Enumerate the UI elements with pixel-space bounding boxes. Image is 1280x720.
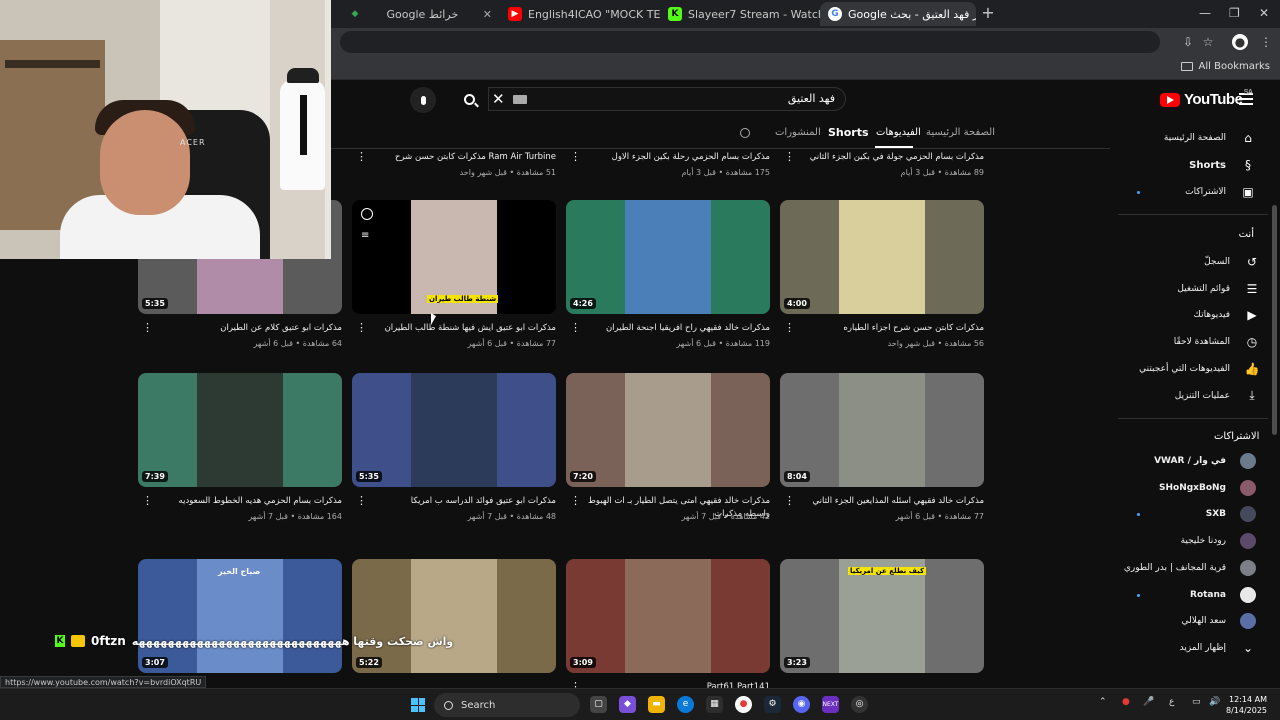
crown-badge-icon — [71, 635, 85, 647]
mouse-cursor — [431, 313, 436, 325]
watch-later-icon: ◷ — [1246, 335, 1258, 350]
tray-app-icon[interactable]: ● — [1122, 697, 1130, 707]
chat-text: واش ضحكت وقتها ههههههههههههههههههههههههه… — [131, 634, 454, 648]
channel-avatar — [1240, 453, 1256, 469]
sidebar-item-label: المشاهدة لاحقًا — [1173, 337, 1230, 348]
your-videos-icon: ▶ — [1247, 308, 1257, 323]
mic-tray-icon[interactable]: 🎤 — [1143, 697, 1154, 707]
clock-time: 12:14 AM — [1229, 695, 1268, 704]
home-icon: ⌂ — [1244, 131, 1252, 145]
chair-brand: ACER — [180, 138, 206, 147]
chrome-icon[interactable]: ● — [735, 696, 752, 713]
pilot-cap — [287, 68, 319, 83]
language-indicator[interactable]: ع — [1169, 697, 1174, 707]
streamer-face — [100, 110, 190, 215]
sidebar-item-label: الاشتراكات — [1185, 187, 1226, 197]
sidebar-item-label: عمليات التنزيل — [1174, 390, 1230, 401]
taskbar-search[interactable]: Search — [434, 693, 580, 717]
sidebar-item[interactable]: الفيديوهات التي أعجبتني 👍 — [1120, 359, 1260, 379]
taskbar-search-label: Search — [461, 699, 496, 711]
next-app-icon[interactable]: NEXT — [822, 696, 839, 713]
new-content-dot — [1137, 191, 1140, 194]
chevron-down-icon: ⌄ — [1242, 640, 1254, 655]
shorts-icon: § — [1245, 158, 1251, 172]
sidebar-item-label: فيديوهاتك — [1193, 310, 1230, 321]
subscription-name: SHoNgxBoNg — [1159, 482, 1226, 493]
channel-avatar — [1240, 533, 1256, 550]
task-view-icon[interactable]: ▢ — [590, 696, 607, 713]
scrollbar[interactable] — [1272, 205, 1277, 435]
edge-icon[interactable]: e — [677, 696, 694, 713]
subscription-item[interactable]: سعد الهلالي — [1116, 611, 1256, 631]
start-button[interactable] — [411, 698, 425, 712]
subscription-item[interactable]: رودنا خليجية — [1116, 531, 1256, 551]
subscription-name: VWAR / في وار — [1154, 456, 1226, 466]
sidebar-divider — [1118, 418, 1268, 419]
sidebar-item-label: السجلّ — [1204, 257, 1230, 267]
history-icon: ↺ — [1246, 255, 1258, 269]
subscriptions-icon: ▣ — [1242, 185, 1254, 199]
clock-date: 8/14/2025 — [1226, 706, 1268, 715]
copilot-icon[interactable]: ◆ — [619, 696, 636, 713]
system-clock[interactable]: 12:14 AM 8/14/2025 — [1226, 694, 1267, 716]
steam-icon[interactable]: ⚙ — [764, 696, 781, 713]
subscription-name: قرية المجانف | بدر الطوري — [1123, 562, 1226, 573]
subscription-item[interactable]: قرية المجانف | بدر الطوري — [1116, 558, 1256, 578]
stream-chat-message: K 0ftzn واش ضحكت وقتها ههههههههههههههههه… — [55, 632, 453, 650]
obs-icon[interactable]: ◎ — [851, 696, 868, 713]
channel-avatar — [1240, 586, 1256, 603]
chat-username: 0ftzn — [91, 634, 126, 648]
sidebar-item[interactable]: السجلّ ↺ — [1120, 252, 1260, 272]
streamer-webcam: ACER — [0, 0, 331, 259]
download-icon: ⤓ — [1249, 388, 1255, 402]
sidebar-item[interactable]: عمليات التنزيل ⤓ — [1120, 386, 1260, 406]
you-section-header[interactable]: أنت — [1226, 229, 1254, 240]
sidebar-item-label: الفيديوهات التي أعجبتني — [1139, 363, 1230, 374]
channel-avatar — [1240, 506, 1256, 523]
subscription-name: Rotana — [1190, 589, 1226, 600]
discord-icon[interactable]: ◉ — [793, 696, 810, 713]
subscription-item[interactable]: VWAR / في وار — [1116, 451, 1256, 471]
sidebar-item[interactable]: فيديوهاتك ▶ — [1120, 305, 1260, 325]
show-more-label: إظهار المزيد — [1179, 642, 1226, 653]
show-more-button[interactable]: إظهار المزيد ⌄ — [1116, 638, 1256, 658]
network-icon[interactable]: ▭ — [1192, 697, 1201, 707]
sidebar-item[interactable]: المشاهدة لاحقًا ◷ — [1120, 332, 1260, 352]
sidebar-item[interactable]: Shorts § — [1116, 155, 1256, 175]
like-icon: 👍 — [1244, 361, 1260, 376]
channel-avatar — [1240, 559, 1256, 576]
search-icon — [444, 700, 453, 710]
sidebar-item[interactable]: الصفحة الرئيسية ⌂ — [1116, 128, 1256, 148]
store-icon[interactable]: ▦ — [706, 696, 723, 713]
subscription-name: SXB — [1205, 509, 1226, 520]
status-url: https://www.youtube.com/watch?v=bvrdiOXq… — [0, 676, 207, 688]
windows-taskbar: Search ▢ ◆ ▬ e ▦ ● ⚙ ◉ NEXT ◎ ⌃ ● 🎤 ع ▭ … — [0, 688, 1280, 720]
subscriptions-section-header: الاشتراكات — [1214, 431, 1260, 442]
playlists-icon: ☰ — [1246, 281, 1258, 296]
sidebar-item-label: قوائم التشغيل — [1177, 283, 1230, 294]
kick-icon: K — [55, 635, 65, 647]
tray-chevron-icon[interactable]: ⌃ — [1099, 697, 1107, 707]
channel-avatar — [1240, 479, 1256, 496]
subscription-name: رودنا خليجية — [1180, 536, 1226, 547]
channel-avatar — [1240, 613, 1256, 630]
volume-icon[interactable]: 🔊 — [1209, 697, 1220, 707]
new-content-dot — [1137, 593, 1140, 597]
sidebar-divider — [1118, 214, 1268, 215]
sidebar-item-label: Shorts — [1189, 159, 1226, 171]
subscription-item[interactable]: SHoNgxBoNg — [1116, 478, 1256, 498]
sidebar-item[interactable]: قوائم التشغيل ☰ — [1120, 279, 1260, 299]
file-explorer-icon[interactable]: ▬ — [648, 696, 665, 713]
sidebar-item-label: الصفحة الرئيسية — [1163, 133, 1226, 143]
subscription-name: سعد الهلالي — [1181, 616, 1226, 627]
